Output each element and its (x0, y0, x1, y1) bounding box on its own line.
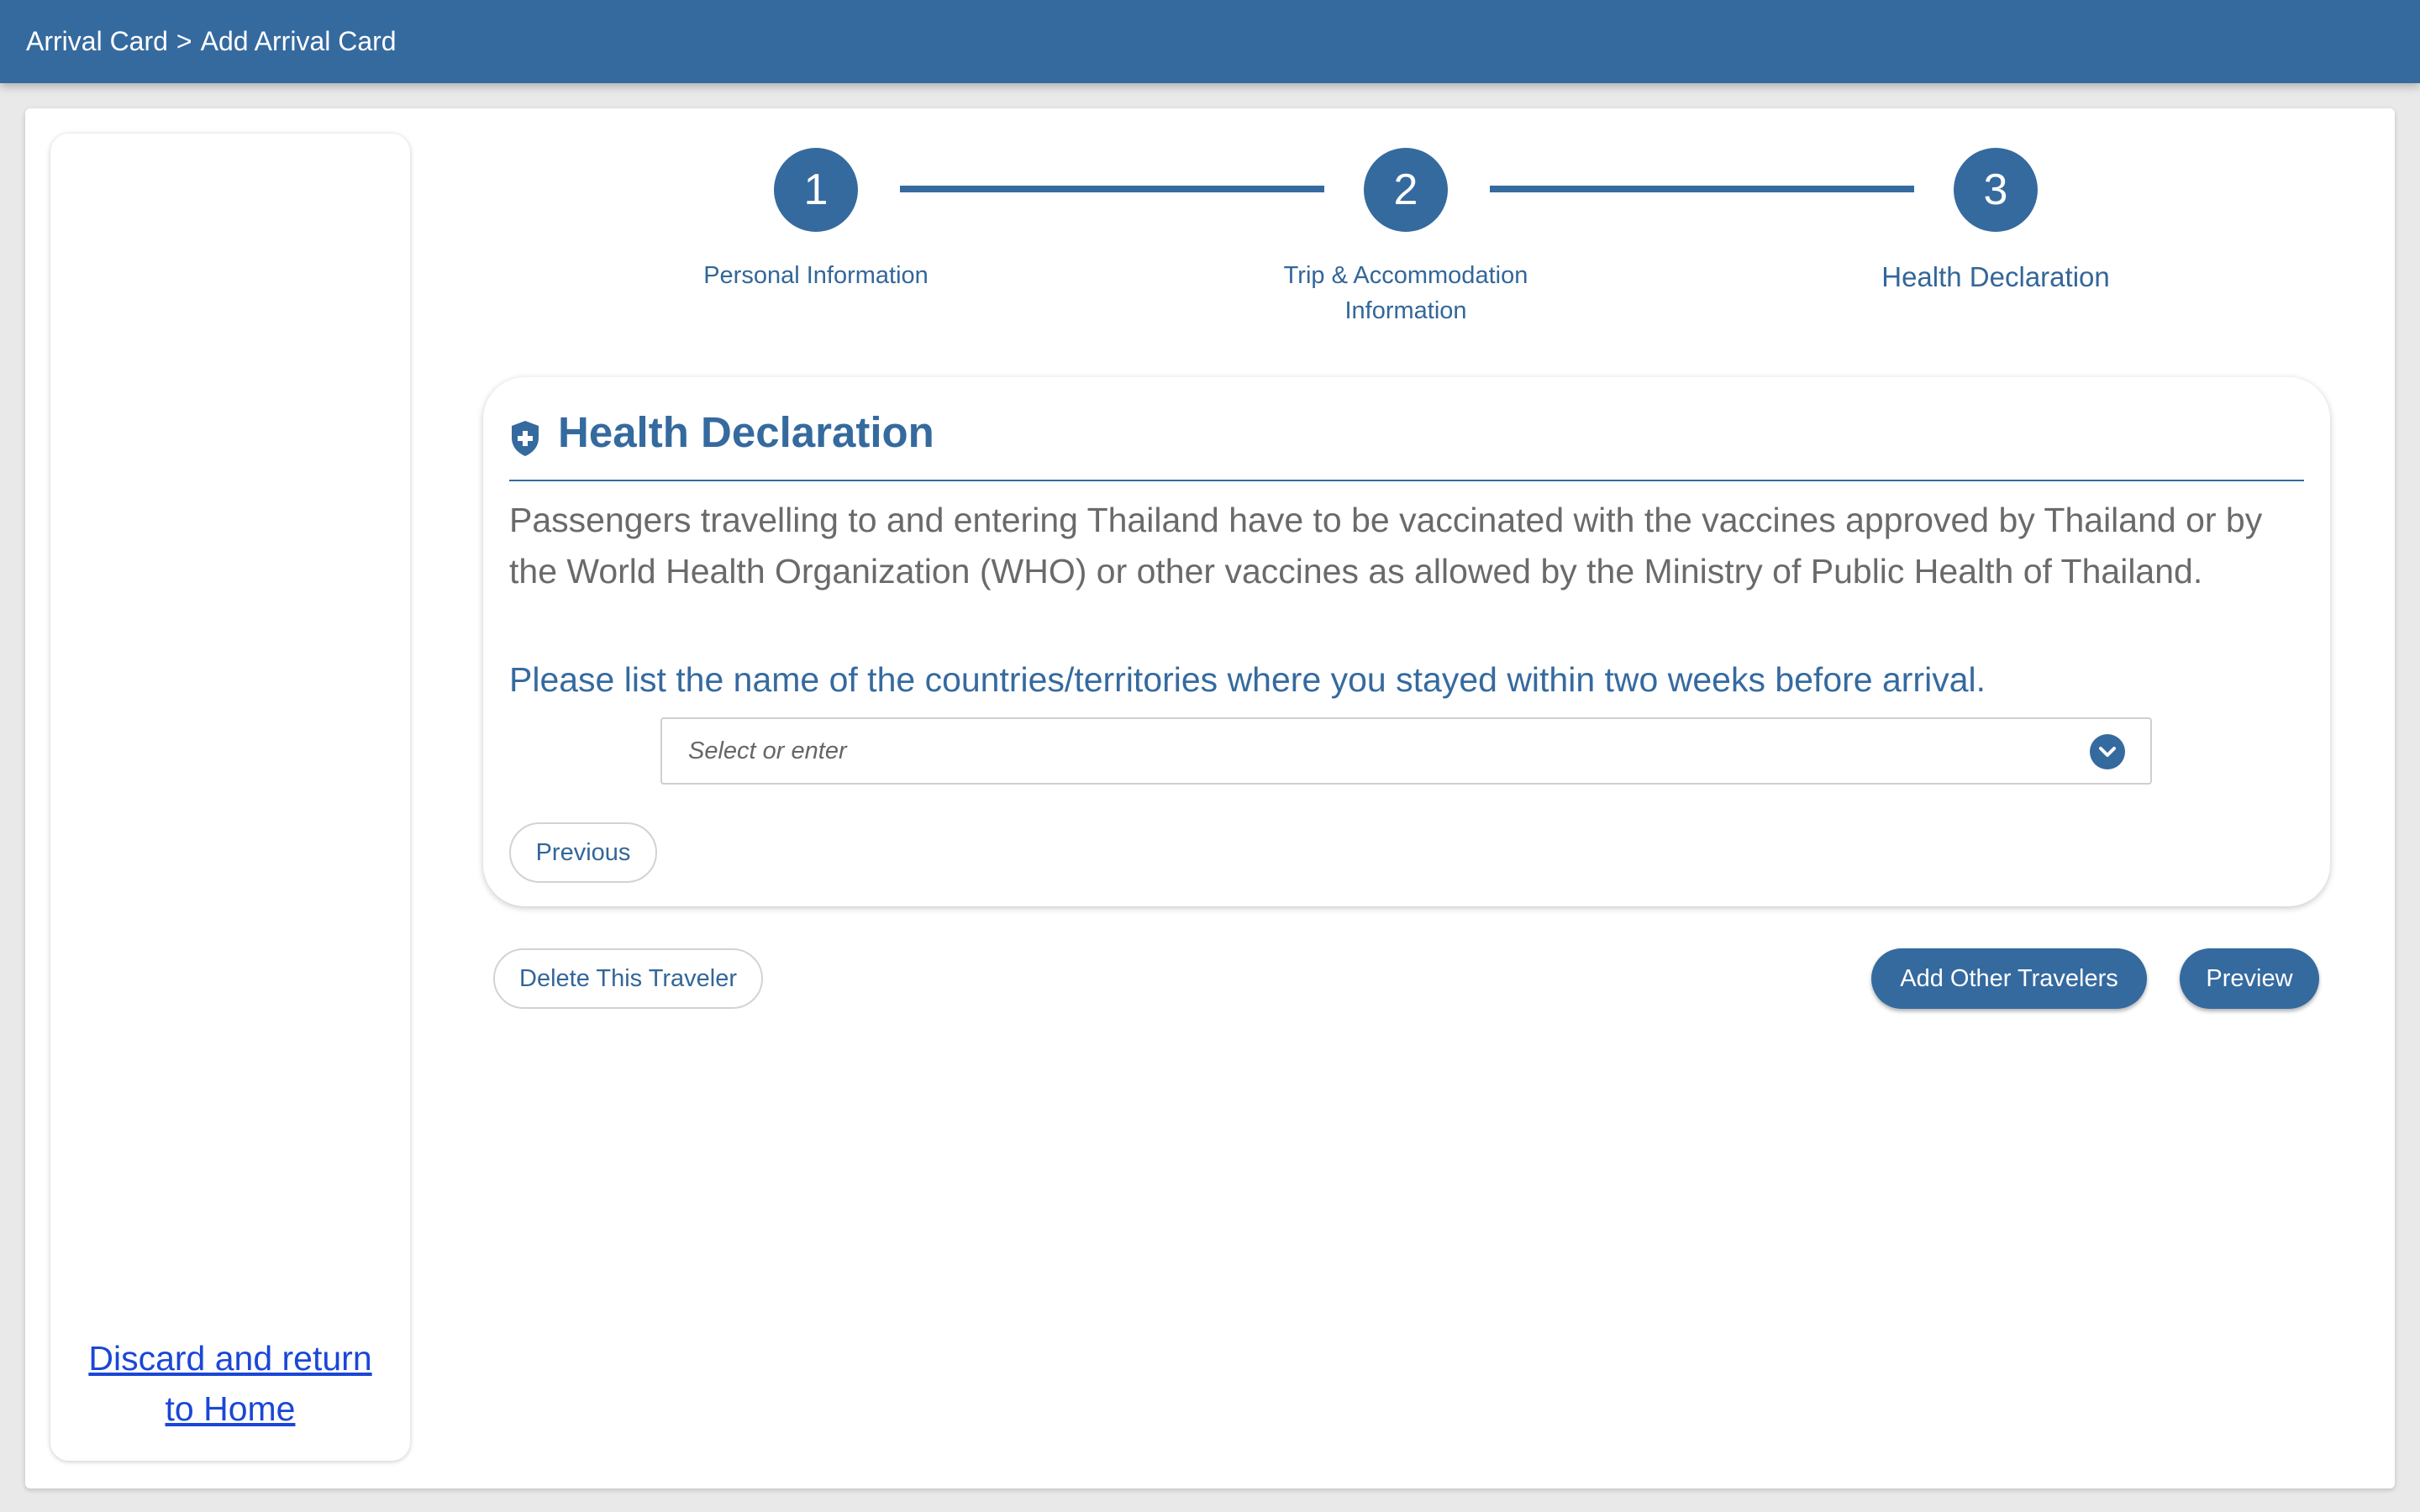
vaccination-notice: Passengers travelling to and entering Th… (509, 501, 2263, 591)
step-3-label: Health Declaration (1881, 261, 2110, 292)
country-select-placeholder: Select or enter (688, 737, 847, 764)
countries-question: Please list the name of the countries/te… (509, 660, 1986, 699)
discard-return-home-link[interactable]: Discard and return to Home (50, 1333, 410, 1434)
country-select[interactable]: Select or enter (660, 717, 2152, 785)
step-2-label: Trip & Accommodation Information (1283, 262, 1528, 324)
main-panel: Discard and return to Home 1 2 3 Persona… (25, 108, 2395, 1488)
step-connector-2-3 (1490, 186, 1914, 192)
shield-plus-icon (512, 421, 539, 456)
chevron-down-icon[interactable] (2090, 734, 2125, 769)
health-declaration-card: Health Declaration Passengers travelling… (483, 377, 2330, 906)
add-other-travelers-button[interactable]: Add Other Travelers (1871, 948, 2147, 1009)
delete-traveler-button[interactable]: Delete This Traveler (493, 948, 763, 1009)
breadcrumb-add-arrival-card: Add Arrival Card (200, 26, 397, 56)
preview-button[interactable]: Preview (2180, 948, 2319, 1009)
breadcrumb-arrival-card[interactable]: Arrival Card (26, 26, 168, 57)
step-connector-1-2 (900, 186, 1324, 192)
card-header: Health Declaration (509, 407, 2304, 481)
progress-stepper: 1 2 3 Personal Information Trip & Accomm… (25, 108, 2395, 360)
step-2-circle[interactable]: 2 (1364, 148, 1448, 232)
breadcrumb-separator: > (176, 26, 192, 56)
top-bar: Arrival Card > Add Arrival Card (0, 0, 2420, 83)
card-title: Health Declaration (558, 408, 934, 456)
step-1-label: Personal Information (703, 262, 929, 289)
breadcrumb: Arrival Card > Add Arrival Card (26, 26, 397, 57)
previous-button[interactable]: Previous (509, 822, 657, 883)
step-3-circle[interactable]: 3 (1954, 148, 2038, 232)
step-1-circle[interactable]: 1 (774, 148, 858, 232)
